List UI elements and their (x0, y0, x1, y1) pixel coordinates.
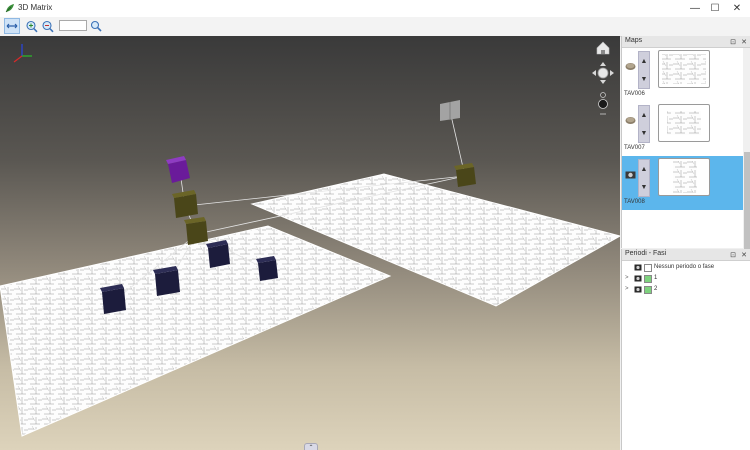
map-preview[interactable] (658, 50, 710, 88)
camera-icon (625, 171, 636, 179)
close-button[interactable]: ✕ (726, 0, 748, 17)
map-label: TAV008 (624, 199, 645, 205)
periodi-panel-pin-button[interactable]: ⊡ (728, 249, 738, 260)
node-navy-1[interactable] (100, 284, 126, 314)
node-gray[interactable] (440, 100, 460, 121)
color-swatch[interactable] (644, 275, 652, 283)
visibility-icon[interactable] (634, 275, 642, 282)
map-order-controls: ▲ ▼ (638, 159, 650, 197)
periodi-panel-title: Periodi - Fasi (625, 250, 667, 257)
node-olive-2[interactable] (184, 217, 208, 245)
move-down-button[interactable]: ▼ (639, 178, 649, 196)
axis-gizmo (13, 44, 32, 63)
app-leaf-icon (5, 4, 14, 13)
move-up-button[interactable]: ▲ (639, 106, 649, 124)
move-down-button[interactable]: ▼ (639, 70, 649, 88)
period-label: Nessun periodo o fase (654, 264, 715, 270)
maps-panel-pin-button[interactable]: ⊡ (728, 36, 738, 47)
layer-stack-icon (625, 117, 636, 124)
maximize-button[interactable]: ☐ (704, 0, 726, 17)
magnifier-icon (90, 20, 102, 32)
node-olive-3[interactable] (454, 163, 476, 187)
period-label: 2 (654, 286, 658, 292)
map-item-tav008[interactable]: ▲ ▼ TAV008 (622, 156, 743, 210)
periodi-panel-header: Periodi - Fasi ⊡ ✕ (622, 249, 750, 261)
title-bar: 3D Matrix — ☐ ✕ (0, 0, 750, 18)
map-preview[interactable] (658, 104, 710, 142)
map-label: TAV007 (624, 145, 645, 151)
tree-row-1[interactable]: > 1 (622, 274, 747, 284)
pan-tool-button[interactable] (4, 18, 20, 34)
bottom-panel-toggle[interactable]: ⌃ (304, 443, 318, 450)
move-down-button[interactable]: ▼ (639, 124, 649, 142)
home-icon[interactable] (596, 41, 610, 55)
maps-scroll-thumb[interactable] (744, 152, 750, 262)
double-arrow-icon (6, 23, 18, 29)
node-navy-3[interactable] (206, 240, 230, 268)
periodi-panel-close-button[interactable]: ✕ (739, 249, 749, 260)
3d-viewport[interactable]: ⌃ (0, 36, 620, 450)
layer-stack-icon (625, 63, 636, 70)
node-navy-2[interactable] (153, 266, 180, 296)
color-swatch[interactable] (644, 286, 652, 294)
maps-panel-title: Maps (625, 37, 643, 44)
map-plane-tav006[interactable] (0, 225, 392, 437)
move-up-button[interactable]: ▲ (639, 52, 649, 70)
color-swatch[interactable] (644, 264, 652, 272)
toolbar (0, 17, 750, 37)
zoom-out-button[interactable] (39, 18, 55, 34)
map-label: TAV006 (624, 91, 645, 97)
node-purple[interactable] (166, 156, 190, 183)
visibility-icon[interactable] (634, 286, 642, 293)
zoom-out-icon (41, 20, 54, 32)
map-order-controls: ▲ ▼ (638, 51, 650, 89)
move-up-button[interactable]: ▲ (639, 160, 649, 178)
maps-panel-header: Maps ⊡ ✕ (622, 36, 750, 48)
map-preview[interactable] (658, 158, 710, 196)
zoom-in-button[interactable] (23, 18, 39, 34)
expand-chevron-icon[interactable]: > (625, 286, 629, 292)
zoom-level-input[interactable] (59, 20, 87, 31)
periodi-fasi-panel: Periodi - Fasi ⊡ ✕ Nessun periodo o fase… (621, 249, 750, 450)
map-item-tav007[interactable]: ▲ ▼ TAV007 (622, 102, 743, 156)
expand-chevron-icon[interactable]: > (625, 275, 629, 281)
zoom-slider-icon[interactable] (598, 92, 608, 115)
zoom-in-icon (25, 20, 38, 32)
maps-panel-close-button[interactable]: ✕ (739, 36, 749, 47)
map-order-controls: ▲ ▼ (638, 105, 650, 143)
pan-compass-icon[interactable] (592, 62, 614, 84)
visibility-icon[interactable] (634, 264, 642, 271)
map-item-tav006[interactable]: ▲ ▼ TAV006 (622, 48, 743, 102)
minimize-button[interactable]: — (684, 0, 706, 17)
maps-panel: Maps ⊡ ✕ ▲ ▼ TAV006 ▲ ▼ TAV007 ▲ ▼ TAV00… (621, 36, 750, 284)
tree-row-nessun[interactable]: Nessun periodo o fase (622, 263, 747, 273)
search-button[interactable] (88, 18, 104, 34)
window-title: 3D Matrix (18, 3, 53, 12)
tree-row-2[interactable]: > 2 (622, 285, 747, 295)
period-label: 1 (654, 275, 658, 281)
node-olive-1[interactable] (172, 190, 198, 218)
